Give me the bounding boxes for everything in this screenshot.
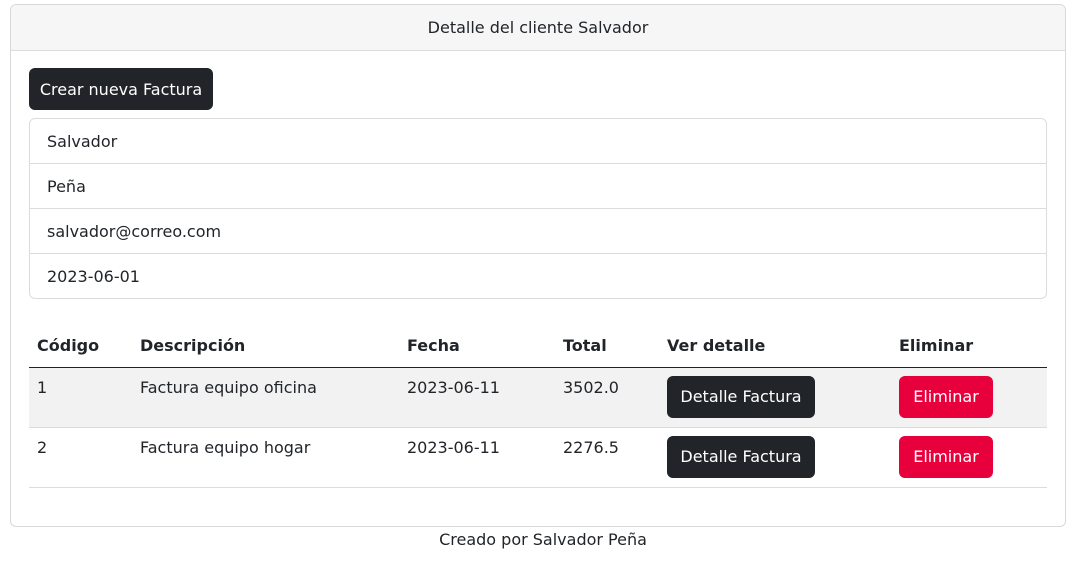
cell-code: 1	[29, 367, 132, 428]
client-detail-card: Detalle del cliente Salvador Crear nueva…	[10, 4, 1066, 527]
delete-invoice-button[interactable]: Eliminar	[899, 435, 993, 478]
invoice-description: Factura equipo hogar	[140, 437, 311, 457]
client-email: salvador@correo.com	[30, 209, 1046, 254]
delete-invoice-button[interactable]: Eliminar	[899, 375, 993, 418]
client-created-at: 2023-06-01	[47, 266, 140, 286]
client-first-name: Salvador	[30, 119, 1046, 164]
invoice-date: 2023-06-11	[407, 377, 500, 397]
invoice-detail-button[interactable]: Detalle Factura	[667, 435, 815, 478]
column-header-code: Código	[29, 325, 132, 368]
cell-description: Factura equipo hogar	[132, 427, 399, 488]
table-row: 1 Factura equipo oficina 2023-06-11 3502…	[29, 367, 1047, 428]
invoices-table: Código Descripción Fecha Total Ver detal…	[29, 325, 1047, 488]
page-title: Detalle del cliente Salvador	[427, 18, 649, 37]
cell-date: 2023-06-11	[399, 367, 555, 428]
cell-total: 3502.0	[555, 367, 659, 428]
invoice-detail-button[interactable]: Detalle Factura	[667, 375, 815, 418]
column-header-date: Fecha	[399, 325, 555, 368]
card-header: Detalle del cliente Salvador	[11, 5, 1065, 51]
cell-description: Factura equipo oficina	[132, 367, 399, 428]
invoice-total: 2276.5	[563, 437, 619, 457]
table-row: 2 Factura equipo hogar 2023-06-11 2276.5…	[29, 427, 1047, 488]
create-invoice-button[interactable]: Crear nueva Factura	[29, 68, 213, 110]
invoice-code: 1	[37, 377, 48, 397]
cell-total: 2276.5	[555, 427, 659, 488]
footer-credit: Creado por Salvador Peña	[439, 530, 647, 549]
client-last-name: Peña	[30, 164, 1046, 209]
cell-code: 2	[29, 427, 132, 488]
footer: Creado por Salvador Peña	[0, 528, 1086, 552]
column-header-total: Total	[555, 325, 659, 368]
table-header-row: Código Descripción Fecha Total Ver detal…	[29, 325, 1047, 368]
invoice-code: 2	[37, 437, 48, 457]
invoice-description: Factura equipo oficina	[140, 377, 317, 397]
invoice-date: 2023-06-11	[407, 437, 500, 457]
invoice-total: 3502.0	[563, 377, 619, 397]
cell-delete: Eliminar	[891, 367, 1047, 428]
cell-delete: Eliminar	[891, 427, 1047, 488]
cell-detail: Detalle Factura	[659, 427, 891, 488]
client-info-list: Salvador Peña salvador@correo.com 2023-0…	[29, 118, 1047, 299]
column-header-delete: Eliminar	[891, 325, 1047, 368]
column-header-description: Descripción	[132, 325, 399, 368]
column-header-view-detail: Ver detalle	[659, 325, 891, 368]
cell-date: 2023-06-11	[399, 427, 555, 488]
cell-detail: Detalle Factura	[659, 367, 891, 428]
